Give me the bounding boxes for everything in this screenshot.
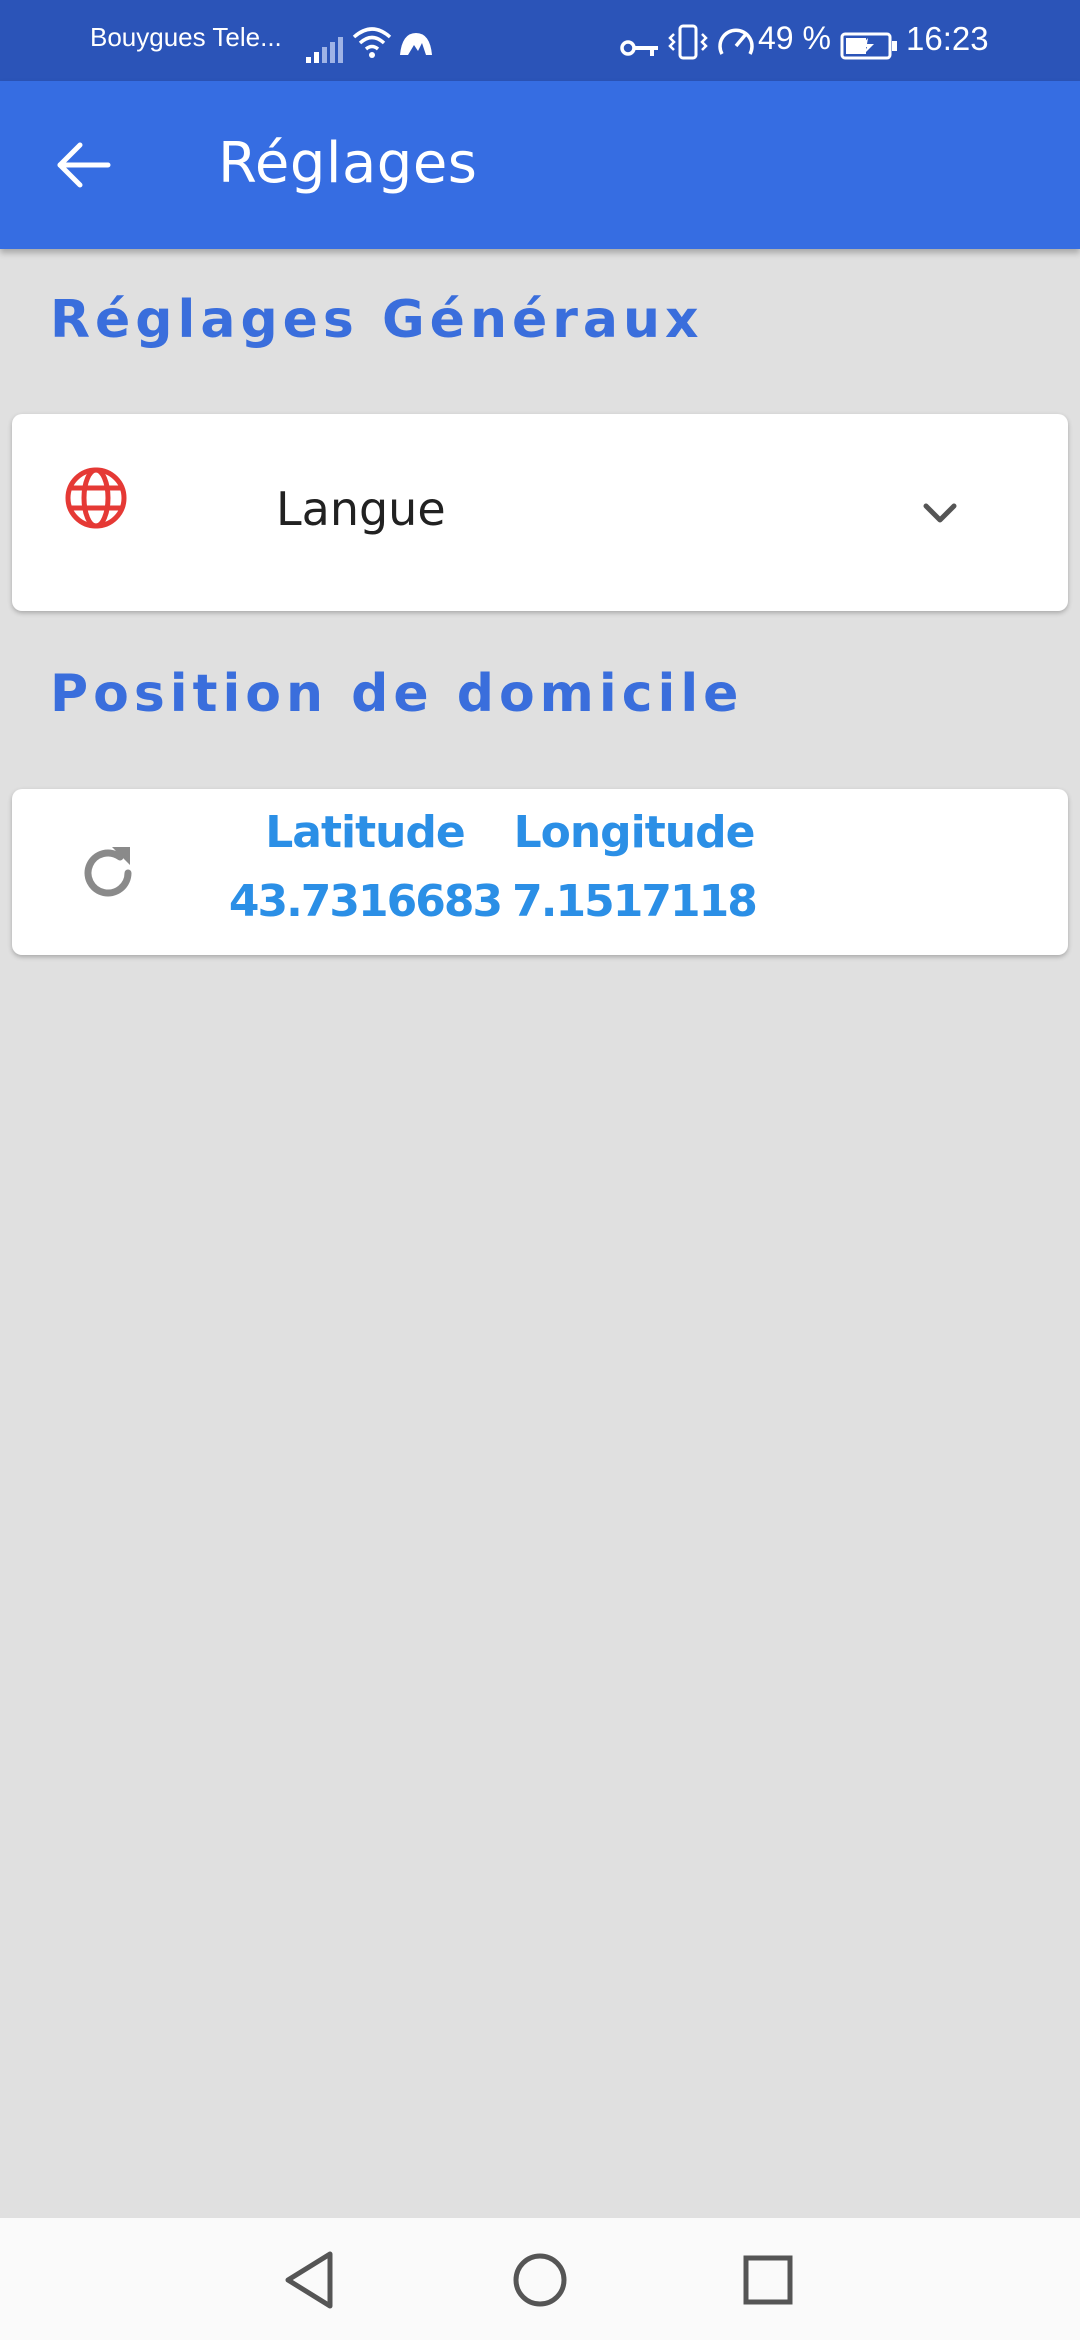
- longitude-column: Longitude 7.1517118: [500, 807, 768, 927]
- home-position-card: Latitude 43.7316683 Longitude 7.1517118: [12, 789, 1068, 955]
- wifi-icon: [352, 27, 392, 58]
- longitude-label: Longitude: [513, 807, 756, 858]
- vibrate-icon: [668, 24, 708, 60]
- status-bar: Bouygues Tele... 49 % 16:23: [0, 0, 1080, 81]
- back-triangle-icon[interactable]: [274, 2244, 346, 2316]
- arrow-back-icon: [57, 142, 111, 188]
- general-settings-heading: Réglages Généraux: [50, 290, 704, 350]
- page-title: Réglages: [218, 131, 478, 196]
- home-position-heading: Position de domicile: [50, 664, 744, 724]
- key-icon: [620, 40, 658, 56]
- system-nav-bar: [0, 2218, 1080, 2340]
- language-label: Langue: [276, 482, 446, 536]
- recents-square-icon[interactable]: [732, 2244, 804, 2316]
- refresh-icon[interactable]: [68, 833, 148, 913]
- battery-percent: 49 %: [758, 20, 831, 56]
- longitude-value: 7.1517118: [512, 876, 758, 927]
- clock: 16:23: [906, 20, 989, 57]
- speedometer-icon: [718, 28, 754, 55]
- home-circle-icon[interactable]: [504, 2244, 576, 2316]
- vpn-cloud-icon: [400, 33, 432, 55]
- latitude-value: 43.7316683: [228, 876, 503, 927]
- latitude-label: Latitude: [265, 807, 466, 858]
- language-dropdown[interactable]: Langue: [12, 414, 1068, 611]
- app-bar: Réglages: [0, 81, 1080, 249]
- signal-icon: [306, 37, 343, 63]
- chevron-down-icon: [923, 503, 957, 523]
- latitude-column: Latitude 43.7316683: [220, 807, 510, 927]
- back-button[interactable]: [44, 129, 124, 201]
- carrier-name: Bouygues Tele...: [90, 22, 282, 52]
- battery-charging-icon: [840, 32, 897, 60]
- globe-icon: [65, 467, 127, 529]
